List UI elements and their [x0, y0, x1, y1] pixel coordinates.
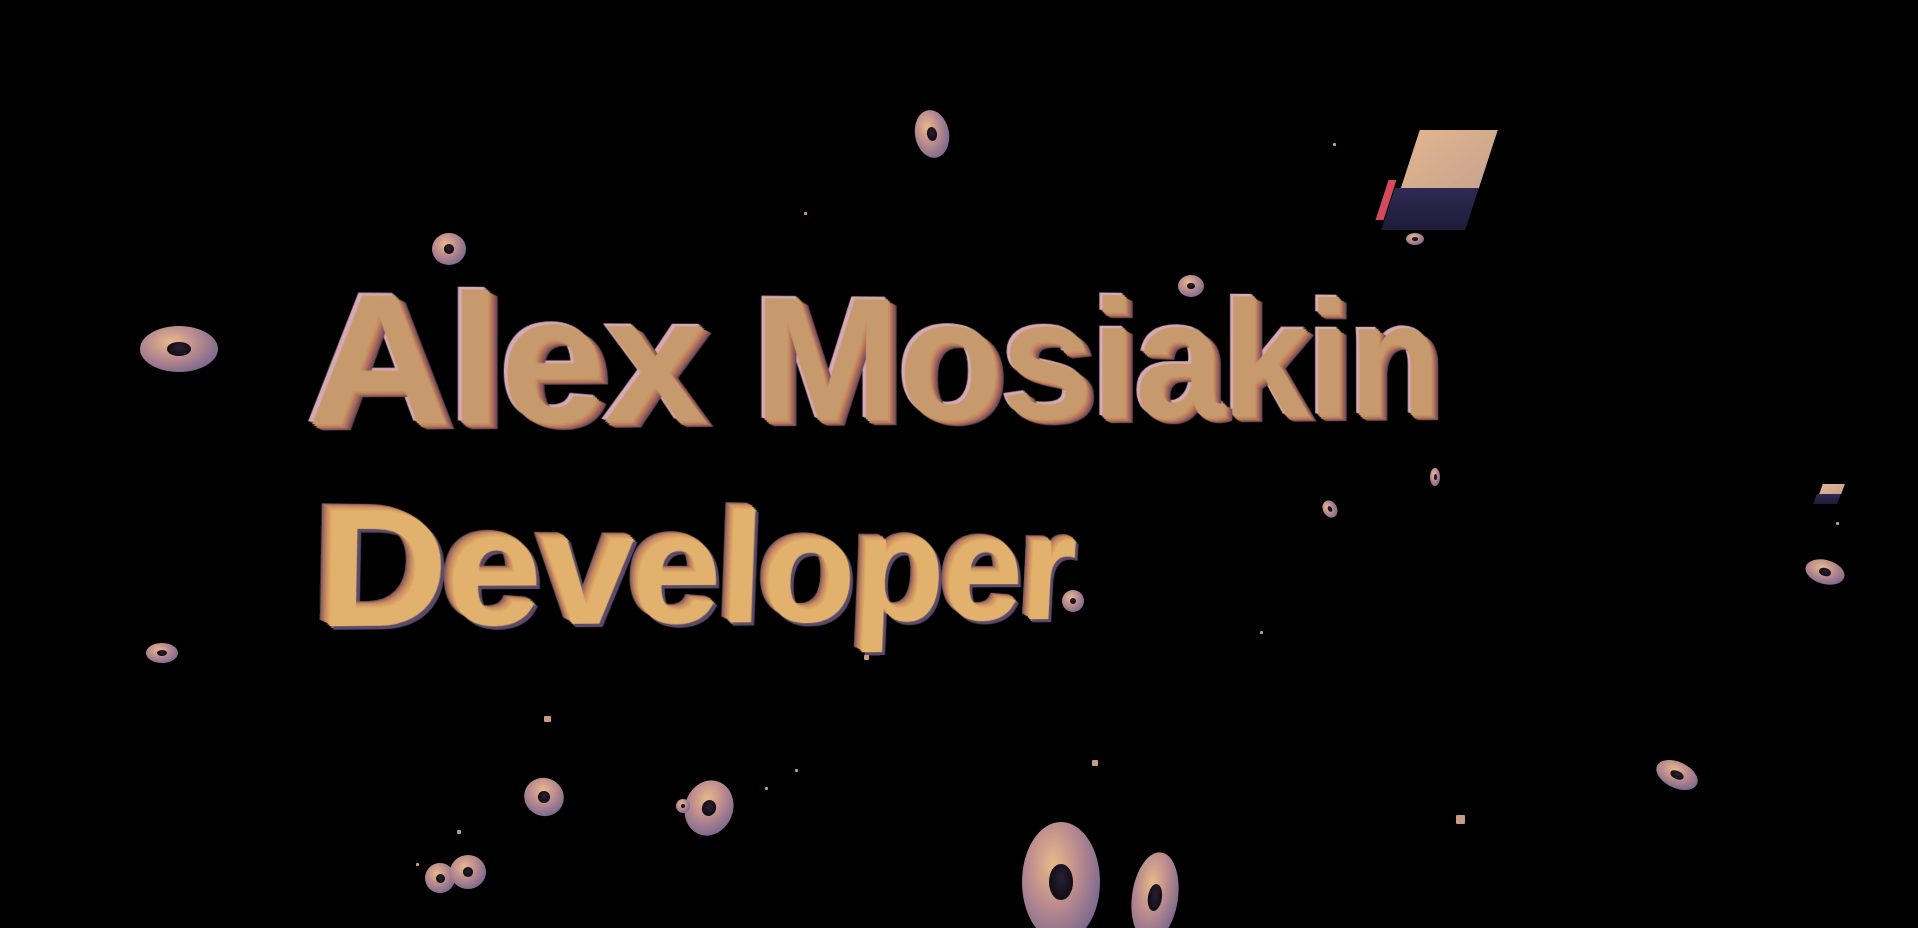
torus-small-mid-right-1 — [1430, 468, 1440, 486]
torus-behind-name — [1178, 275, 1204, 297]
torus-under-cube — [1406, 233, 1424, 245]
speck-6 — [1092, 760, 1098, 766]
torus-bottom-center-large — [1022, 822, 1100, 928]
speck-11 — [1456, 815, 1465, 824]
torus-small-mid-right-2 — [1319, 497, 1341, 521]
torus-lower-mid-left-small — [676, 799, 690, 813]
speck-7 — [795, 769, 798, 772]
speck-4 — [1260, 631, 1263, 634]
torus-top-center — [911, 107, 953, 161]
speck-9 — [457, 830, 461, 834]
torus-lower-left — [517, 771, 571, 823]
torus-bottom-center-small — [1125, 849, 1185, 928]
speck-5 — [544, 716, 551, 722]
speck-3 — [864, 655, 869, 660]
three-d-scene-canvas[interactable]: Alex Mosiakin Developer — [0, 0, 1918, 928]
cube-top-right — [1372, 130, 1498, 234]
torus-upper-left — [432, 233, 466, 265]
torus-right-lower — [1651, 753, 1703, 797]
role-3d-text: Developer — [318, 474, 1081, 665]
speck-2 — [1333, 143, 1336, 146]
torus-bottom-left-pair-2 — [450, 855, 486, 889]
speck-8 — [765, 787, 768, 790]
name-3d-text: Alex Mosiakin — [305, 252, 1438, 463]
torus-right-edge — [1802, 555, 1848, 589]
speck-10 — [416, 863, 419, 866]
cube-right-small — [1813, 484, 1847, 506]
speck-1 — [804, 212, 807, 215]
torus-near-developer — [1062, 590, 1084, 612]
speck-12 — [1836, 522, 1839, 525]
torus-bottom-left-small — [146, 643, 178, 663]
torus-left — [140, 326, 218, 372]
